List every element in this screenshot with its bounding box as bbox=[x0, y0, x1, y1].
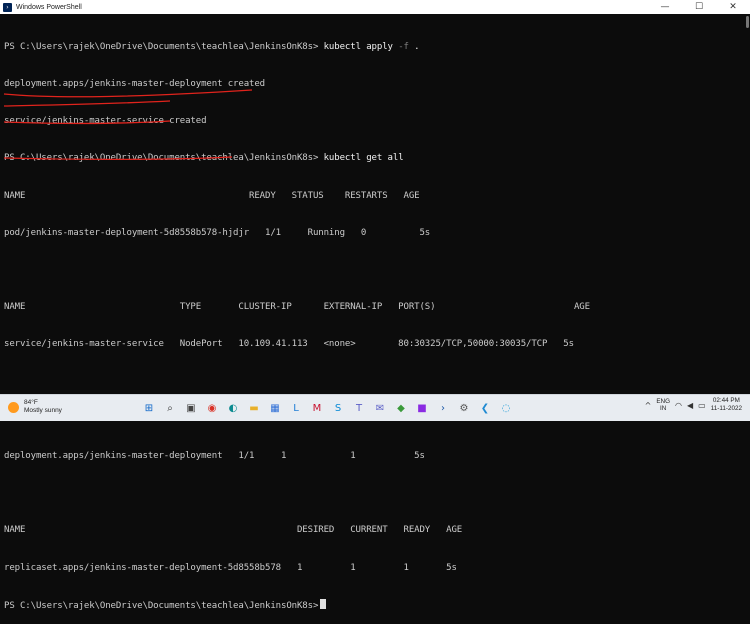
teams-icon[interactable]: T bbox=[350, 399, 368, 417]
sun-icon bbox=[8, 401, 19, 413]
wifi-icon[interactable]: ◠ bbox=[675, 401, 682, 410]
battery-icon[interactable]: ▭ bbox=[698, 401, 706, 410]
command-name: kubectl bbox=[323, 41, 361, 52]
services-header: NAME TYPE CLUSTER-IP EXTERNAL-IP PORT(S)… bbox=[4, 302, 590, 313]
vscode-icon[interactable]: ❮ bbox=[476, 399, 494, 417]
pods-row: pod/jenkins-master-deployment-5d8558b578… bbox=[4, 227, 431, 238]
services-row: service/jenkins-master-service NodePort … bbox=[4, 339, 574, 350]
prompt: PS C:\Users\rajek\OneDrive\Documents\tea… bbox=[4, 153, 324, 164]
clock-time: 02:44 PM bbox=[712, 397, 740, 404]
file-explorer-icon[interactable]: ▬ bbox=[245, 399, 263, 417]
chrome-icon[interactable]: ◉ bbox=[203, 399, 221, 417]
replicasets-header: NAME DESIRED CURRENT READY AGE bbox=[4, 525, 463, 536]
system-tray: ^ ENG IN ◠ ◀ ▭ 02:44 PM 11-11-2022 bbox=[645, 397, 742, 413]
clock[interactable]: 02:44 PM 11-11-2022 bbox=[711, 397, 742, 413]
pods-header: NAME READY STATUS RESTARTS AGE bbox=[4, 190, 420, 201]
weather-temp: 84°F bbox=[24, 399, 38, 406]
vertical-scrollbar[interactable] bbox=[744, 14, 750, 395]
command-name: kubectl bbox=[323, 153, 361, 164]
chevron-up-icon[interactable]: ^ bbox=[645, 401, 652, 410]
weather-desc: Mostly sunny bbox=[24, 407, 62, 414]
teams-chat-icon[interactable]: ✉ bbox=[371, 399, 389, 417]
powershell-icon[interactable]: › bbox=[434, 399, 452, 417]
taskbar: 84°F Mostly sunny ⊞ ⌕ ▣ ◉ ◐ ▬ ▦ L M S T ✉ ◆ ■ › ⚙ ❮ ◌ ^ E… bbox=[0, 394, 750, 421]
task-view-icon[interactable]: ▣ bbox=[182, 399, 200, 417]
region-code: IN bbox=[660, 405, 667, 412]
edge-icon[interactable]: ◐ bbox=[224, 399, 242, 417]
minimize-button[interactable]: — bbox=[648, 0, 682, 14]
window-controls: — ☐ ✕ bbox=[648, 0, 750, 14]
volume-icon[interactable]: ◀ bbox=[687, 401, 693, 410]
browser-icon[interactable]: ◌ bbox=[497, 399, 515, 417]
scrollbar-thumb[interactable] bbox=[746, 16, 749, 28]
maximize-button[interactable]: ☐ bbox=[682, 0, 716, 14]
prompt: PS C:\Users\rajek\OneDrive\Documents\tea… bbox=[4, 41, 324, 52]
weather-widget[interactable]: 84°F Mostly sunny bbox=[8, 399, 62, 415]
text-cursor bbox=[320, 598, 327, 609]
lens-icon[interactable]: L bbox=[287, 399, 305, 417]
app-green-icon[interactable]: ◆ bbox=[392, 399, 410, 417]
output-line: service/jenkins-master-service created bbox=[4, 116, 207, 127]
deployments-row: deployment.apps/jenkins-master-deploymen… bbox=[4, 451, 425, 462]
title-bar: › Windows PowerShell — ☐ ✕ bbox=[0, 0, 750, 14]
command-args: get all bbox=[360, 153, 404, 164]
prompt: PS C:\Users\rajek\OneDrive\Documents\tea… bbox=[4, 600, 319, 611]
language-code: ENG bbox=[656, 397, 671, 405]
store-icon[interactable]: ▦ bbox=[266, 399, 284, 417]
clock-date: 11-11-2022 bbox=[710, 405, 742, 412]
search-icon[interactable]: ⌕ bbox=[161, 399, 179, 417]
intellij-icon[interactable]: ■ bbox=[413, 399, 431, 417]
command-line-get: PS C:\Users\rajek\OneDrive\Documents\tea… bbox=[4, 152, 742, 164]
command-args: apply bbox=[360, 41, 399, 52]
skype-icon[interactable]: S bbox=[329, 399, 347, 417]
powershell-icon: › bbox=[3, 2, 12, 12]
close-button[interactable]: ✕ bbox=[716, 0, 750, 14]
output-line: deployment.apps/jenkins-master-deploymen… bbox=[4, 79, 266, 90]
terminal-output[interactable]: PS C:\Users\rajek\OneDrive\Documents\tea… bbox=[4, 16, 742, 624]
replicasets-row: replicaset.apps/jenkins-master-deploymen… bbox=[4, 562, 457, 573]
mcafee-icon[interactable]: M bbox=[308, 399, 326, 417]
command-path: . bbox=[408, 41, 420, 52]
start-icon[interactable]: ⊞ bbox=[140, 399, 158, 417]
settings-icon[interactable]: ⚙ bbox=[455, 399, 473, 417]
command-line-apply: PS C:\Users\rajek\OneDrive\Documents\tea… bbox=[4, 41, 742, 53]
window-title: Windows PowerShell bbox=[16, 3, 82, 11]
language-indicator[interactable]: ENG IN bbox=[656, 398, 670, 413]
command-flag: -f bbox=[398, 41, 409, 52]
taskbar-apps: ⊞ ⌕ ▣ ◉ ◐ ▬ ▦ L M S T ✉ ◆ ■ › ⚙ ❮ ◌ bbox=[140, 398, 515, 418]
command-line-current: PS C:\Users\rajek\OneDrive\Documents\tea… bbox=[4, 598, 742, 611]
